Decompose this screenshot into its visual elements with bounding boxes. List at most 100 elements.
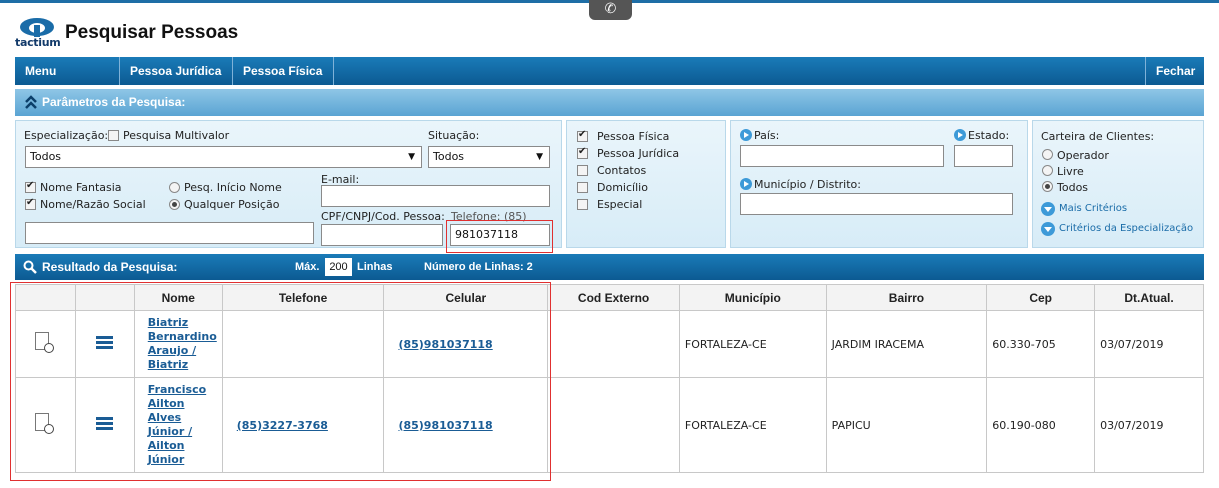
table-row[interactable]: Biatriz Bernardino Araujo / Biatriz (85)… [15,310,1204,378]
params-panel-carteira: Carteira de Clientes: Operador Livre Tod… [1032,120,1204,248]
telefone-input[interactable]: 981037118 [450,224,550,246]
celular-link[interactable]: (85)981037118 [398,419,492,432]
hamburger-menu-icon[interactable] [96,336,114,349]
carteira-option-label: Todos [1057,181,1089,194]
num-linhas-text: Número de Linhas: 2 [424,261,533,273]
nome-cell[interactable]: Francisco Ailton Alves Júnior / Ailton J… [133,377,223,473]
nome-link-line[interactable]: Bernardino [148,330,217,343]
phone-icon[interactable]: ✆ [589,0,632,20]
nome-fantasia-label: Nome Fantasia [40,181,122,194]
column-header[interactable]: Município [678,284,827,311]
carteira-operador-radio[interactable] [1042,149,1053,160]
result-header: Resultado da Pesquisa: Máx. 200 Linhas N… [15,254,1204,280]
params-panel-main: Especialização: Pesquisa Multivalor Todo… [15,120,562,248]
menu-cell[interactable] [74,377,135,473]
column-header[interactable]: Bairro [825,284,988,311]
razao-social-checkbox[interactable] [25,197,36,210]
table-row[interactable]: Francisco Ailton Alves Júnior / Ailton J… [15,377,1204,473]
carteira-option-label: Operador [1057,149,1109,162]
params-title: Parâmetros da Pesquisa: [42,95,186,109]
results-table: Nome Telefone Celular Cod Externo Municí… [15,284,1204,473]
column-header [15,284,76,311]
nome-link-line[interactable]: Ailton [148,439,185,452]
pessoa-juridica-button[interactable]: Pessoa Jurídica [120,57,233,85]
history-cell[interactable] [15,377,76,473]
nome-link-line[interactable]: Júnior [148,453,185,466]
celular-cell: (85)981037118 [383,377,549,473]
tipo-label: Especial [597,198,643,211]
play-arrow-icon [954,129,966,141]
collapse-chevron-icon[interactable] [24,93,38,111]
especializacao-select[interactable]: Todos [25,146,422,168]
nome-link-line[interactable]: Biatriz [148,316,188,329]
tipo-pessoa-juridica-checkbox[interactable] [577,146,588,159]
tipo-label: Domicílio [597,181,648,194]
params-header[interactable]: Parâmetros da Pesquisa: [15,89,1204,116]
municipio-input[interactable] [740,193,1013,215]
result-title: Resultado da Pesquisa: [42,260,178,274]
tipo-especial-checkbox[interactable] [577,199,588,210]
nome-link-line[interactable]: Júnior / [148,425,192,438]
document-history-icon[interactable] [35,331,55,354]
column-header[interactable]: Telefone [221,284,385,311]
nome-link-line[interactable]: Ailton [148,397,185,410]
nome-link-line[interactable]: Biatriz [148,358,188,371]
table-header-row: Nome Telefone Celular Cod Externo Municí… [15,284,1204,311]
document-history-icon[interactable] [35,412,55,435]
column-header[interactable]: Dt.Atual. [1094,284,1204,311]
pais-input[interactable] [740,145,944,167]
cod-externo-cell [547,377,680,473]
razao-social-label: Nome/Razão Social [40,198,146,211]
criterios-especializacao-link[interactable]: Critérios da Especialização [1059,223,1193,234]
column-header[interactable]: Celular [383,284,549,311]
column-header[interactable]: Cep [986,284,1096,311]
nome-link-line[interactable]: Alves [148,411,181,424]
logo-text: tactium [15,36,61,49]
situacao-select[interactable]: Todos [428,146,550,168]
menu-principal-button[interactable]: Menu Principal [15,57,120,106]
telefone-label: Telefone: (85) [451,210,527,223]
column-header[interactable]: Cod Externo [547,284,680,311]
column-header[interactable]: Nome [133,284,223,311]
nome-input[interactable] [25,222,314,244]
nome-cell[interactable]: Biatriz Bernardino Araujo / Biatriz [133,310,223,378]
max-label: Máx. [295,261,320,273]
pesq-inicio-radio[interactable] [169,182,180,193]
email-input[interactable] [321,185,550,207]
estado-input[interactable] [954,145,1013,167]
multivalor-checkbox[interactable] [108,130,119,141]
tipo-contatos-checkbox[interactable] [577,165,588,176]
celular-link[interactable]: (85)981037118 [398,338,492,351]
menu-cell[interactable] [74,310,135,378]
history-cell[interactable] [15,310,76,378]
cpf-label: CPF/CNPJ/Cod. Pessoa: [321,210,445,223]
fechar-button[interactable]: Fechar [1145,57,1204,85]
params-panel-local: País: Estado: Município / Distrito: [730,120,1028,248]
carteira-label: Carteira de Clientes: [1041,130,1155,143]
max-lines-input[interactable]: 200 [325,258,352,276]
linhas-label: Linhas [357,261,393,273]
expand-down-icon[interactable] [1041,222,1055,236]
tipo-pessoa-fisica-checkbox[interactable] [577,129,588,142]
tipo-domicilio-checkbox[interactable] [577,182,588,193]
hamburger-menu-icon[interactable] [96,417,114,430]
municipio-cell: FORTALEZA-CE [678,377,827,473]
carteira-option-label: Livre [1057,165,1084,178]
mais-criterios-link[interactable]: Mais Critérios [1059,203,1127,214]
qualquer-posicao-radio[interactable] [169,199,180,210]
nome-link-line[interactable]: Araujo / [148,344,196,357]
play-arrow-icon [740,178,752,190]
telefone-link[interactable]: (85)3227-3768 [237,419,328,432]
municipio-cell: FORTALEZA-CE [678,310,827,378]
cpf-input[interactable] [321,224,443,246]
expand-down-icon[interactable] [1041,202,1055,216]
carteira-todos-radio[interactable] [1042,181,1053,192]
pessoa-fisica-button[interactable]: Pessoa Física [233,57,334,85]
nome-link-line[interactable]: Francisco [148,383,206,396]
estado-label: Estado: [968,129,1010,142]
nome-fantasia-checkbox[interactable] [25,180,36,193]
carteira-livre-radio[interactable] [1042,165,1053,176]
bairro-cell: JARDIM IRACEMA [825,310,988,378]
pais-label: País: [754,129,780,142]
main-menu-bar: Menu Principal Pessoa Jurídica Pessoa Fí… [15,57,1204,106]
